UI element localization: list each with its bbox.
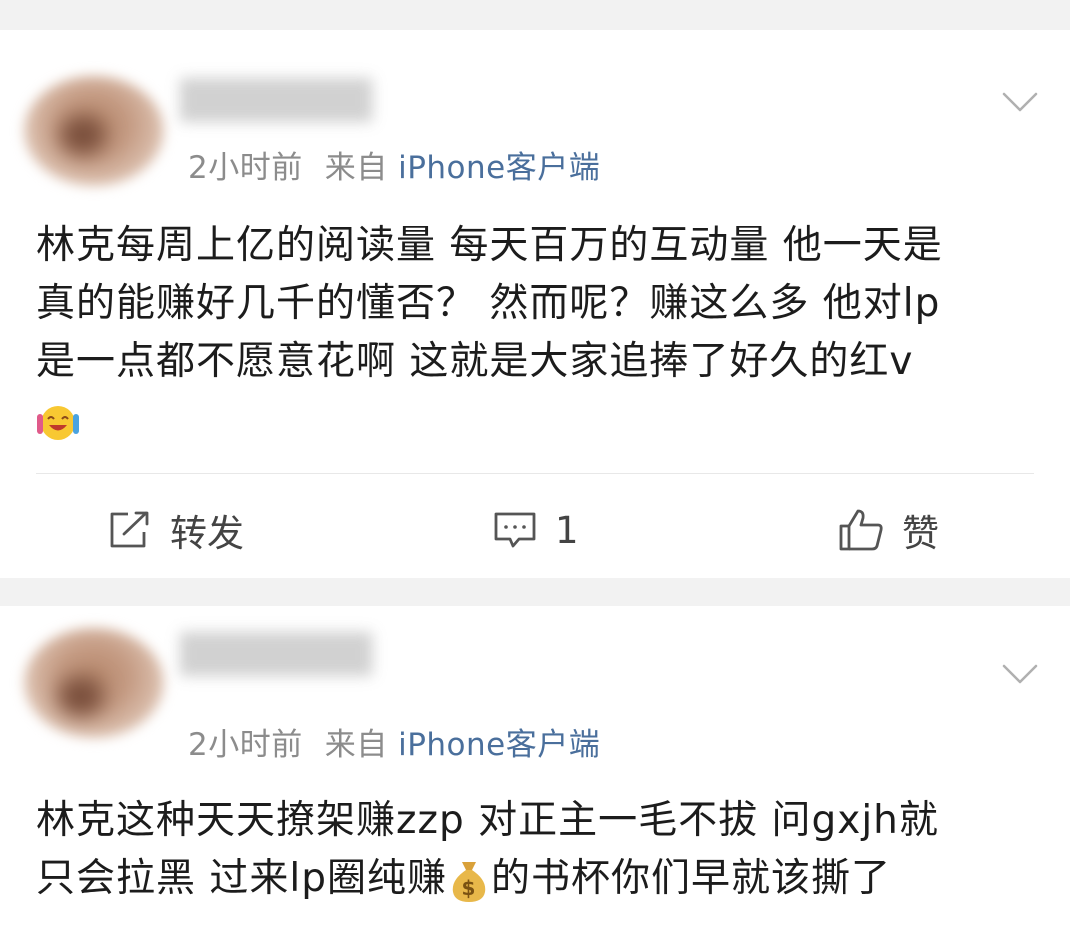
- like-label: 赞: [902, 512, 939, 555]
- post-line: 林克这种天天撩架赚zzp 对正主一毛不拔 问gxjh就: [36, 798, 939, 843]
- username[interactable]: [180, 632, 372, 676]
- post-content[interactable]: 林克每周上亿的阅读量 每天百万的互动量 他一天是 真的能赚好几千的懂否？ 然而呢…: [36, 217, 1046, 449]
- share-icon: [110, 511, 149, 548]
- post-time: 2小时前: [188, 150, 303, 186]
- source-prefix: 来自: [324, 727, 388, 763]
- post-card: 2小时前 来自 iPhone客户端 林克每周上亿的阅读量 每天百万的互动量 他一天…: [0, 30, 1070, 578]
- post-content[interactable]: 林克这种天天撩架赚zzp 对正主一毛不拔 问gxjh就 只会拉黑 过来lp圈纯赚…: [36, 792, 1046, 908]
- feed-gap: [0, 0, 1070, 30]
- svg-text:$: $: [462, 876, 477, 900]
- chevron-down-icon[interactable]: [1002, 90, 1038, 114]
- avatar-blur-detail: [60, 115, 106, 155]
- post-line: 的书杯你们早就该撕了: [491, 856, 892, 901]
- thumbs-up-icon: [839, 509, 883, 551]
- post-time: 2小时前: [188, 727, 303, 763]
- post-line-wrapper: 只会拉黑 过来lp圈纯赚 $ 的书杯你们早就该撕了: [36, 850, 1046, 908]
- post-meta: 2小时前 来自 iPhone客户端: [188, 719, 600, 764]
- comment-button[interactable]: 1: [493, 500, 579, 560]
- laughing-crying-emoji: [37, 405, 79, 440]
- comment-count: 1: [555, 508, 579, 552]
- source-prefix: 来自: [324, 150, 388, 186]
- like-button[interactable]: 赞: [838, 500, 939, 560]
- username[interactable]: [180, 78, 372, 122]
- post-line: 真的能赚好几千的懂否？ 然而呢？赚这么多 他对lp: [36, 281, 941, 326]
- post-line: 林克每周上亿的阅读量 每天百万的互动量 他一天是: [36, 223, 943, 268]
- source-link[interactable]: iPhone客户端: [398, 727, 600, 763]
- repost-button[interactable]: 转发: [108, 500, 244, 560]
- avatar-blur-detail: [58, 676, 104, 716]
- post-card: 2小时前 来自 iPhone客户端 林克这种天天撩架赚zzp 对正主一毛不拔 问g…: [0, 606, 1070, 926]
- money-bag-emoji: $: [452, 861, 486, 902]
- emoji-line: [36, 391, 1046, 449]
- action-divider: [36, 473, 1034, 474]
- repost-label: 转发: [170, 512, 244, 555]
- post-meta: 2小时前 来自 iPhone客户端: [188, 142, 600, 187]
- post-line: 只会拉黑 过来lp圈纯赚: [36, 856, 447, 901]
- comment-icon: [494, 512, 536, 548]
- chevron-down-icon[interactable]: [1002, 662, 1038, 686]
- post-line: 是一点都不愿意花啊 这就是大家追捧了好久的红v: [36, 339, 914, 384]
- source-link[interactable]: iPhone客户端: [398, 150, 600, 186]
